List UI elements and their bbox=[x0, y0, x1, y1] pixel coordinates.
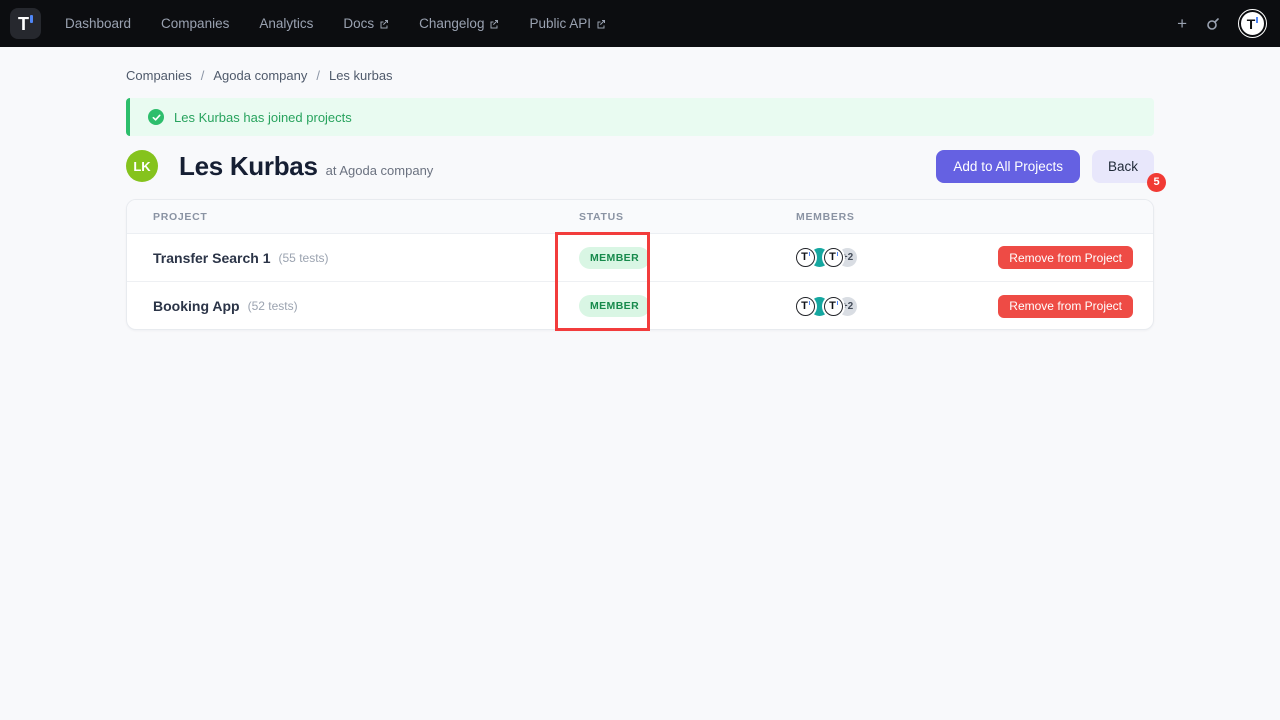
breadcrumb-separator: / bbox=[201, 68, 205, 83]
brand-tick-icon bbox=[30, 15, 33, 23]
projects-table-card: Project Status Members Transfer Search 1… bbox=[126, 199, 1154, 330]
status-cell: MEMBER bbox=[579, 234, 650, 281]
avatar-tick-icon bbox=[837, 252, 839, 256]
nav-item-companies[interactable]: Companies bbox=[161, 16, 229, 31]
project-name: Transfer Search 1 bbox=[153, 250, 271, 266]
breadcrumb-companies[interactable]: Companies bbox=[126, 68, 192, 83]
user-avatar-letter: T bbox=[1247, 16, 1256, 32]
breadcrumb-agoda-company[interactable]: Agoda company bbox=[213, 68, 307, 83]
title-actions: Add to All Projects Back 5 bbox=[936, 150, 1154, 183]
check-circle-icon bbox=[148, 109, 164, 125]
project-cell: Booking App (52 tests) bbox=[153, 282, 298, 330]
alert-message: Les Kurbas has joined projects bbox=[174, 110, 352, 125]
project-tests-count: (55 tests) bbox=[279, 251, 329, 265]
avatar-stack: T T +2 bbox=[796, 248, 857, 267]
project-name: Booking App bbox=[153, 298, 240, 314]
table-header: Project Status Members bbox=[127, 200, 1153, 234]
notification-badge: 5 bbox=[1147, 173, 1166, 192]
user-avatar[interactable]: T bbox=[1239, 10, 1266, 37]
avatar-stack: T T +2 bbox=[796, 297, 857, 316]
action-cell: Remove from Project bbox=[998, 234, 1133, 281]
project-cell: Transfer Search 1 (55 tests) bbox=[153, 234, 329, 281]
breadcrumb: Companies / Agoda company / Les kurbas bbox=[126, 68, 393, 83]
nav-item-changelog[interactable]: Changelog bbox=[419, 16, 499, 31]
nav-item-analytics[interactable]: Analytics bbox=[259, 16, 313, 31]
page-subtitle: at Agoda company bbox=[326, 163, 434, 178]
member-avatar: T bbox=[796, 297, 815, 316]
avatar-tick-icon bbox=[809, 301, 811, 305]
brand-logo[interactable]: T bbox=[10, 8, 41, 39]
action-cell: Remove from Project bbox=[998, 282, 1133, 330]
column-header-status: Status bbox=[579, 200, 624, 234]
avatar: LK bbox=[126, 150, 158, 182]
member-avatar: T bbox=[824, 248, 843, 267]
table-row: Transfer Search 1 (55 tests) MEMBER T T … bbox=[127, 234, 1153, 282]
back-button[interactable]: Back bbox=[1092, 150, 1154, 183]
nav-links: Dashboard Companies Analytics Docs Chang… bbox=[65, 16, 606, 31]
status-badge: MEMBER bbox=[579, 247, 650, 269]
members-cell: T T +2 bbox=[796, 282, 857, 330]
brand-letter: T bbox=[18, 15, 29, 33]
nav-item-public-api[interactable]: Public API bbox=[529, 16, 606, 31]
remove-from-project-button[interactable]: Remove from Project bbox=[998, 246, 1133, 269]
column-header-members: Members bbox=[796, 200, 855, 234]
external-link-icon bbox=[489, 19, 499, 29]
title-row: LK Les Kurbas at Agoda company Add to Al… bbox=[126, 147, 1154, 185]
avatar-tick-icon bbox=[837, 301, 839, 305]
back-button-wrap: Back 5 bbox=[1092, 150, 1154, 183]
status-badge: MEMBER bbox=[579, 295, 650, 317]
success-alert: Les Kurbas has joined projects bbox=[126, 98, 1154, 136]
top-navbar: T Dashboard Companies Analytics Docs Cha… bbox=[0, 0, 1280, 47]
status-cell: MEMBER bbox=[579, 282, 650, 330]
page: T Dashboard Companies Analytics Docs Cha… bbox=[0, 0, 1280, 720]
nav-item-docs[interactable]: Docs bbox=[343, 16, 389, 31]
member-avatar: T bbox=[824, 297, 843, 316]
project-tests-count: (52 tests) bbox=[248, 299, 298, 313]
page-title: Les Kurbas bbox=[179, 151, 318, 182]
table-row: Booking App (52 tests) MEMBER T T +2 Rem… bbox=[127, 282, 1153, 330]
column-header-project: Project bbox=[153, 200, 208, 234]
nav-item-dashboard[interactable]: Dashboard bbox=[65, 16, 131, 31]
breadcrumb-separator: / bbox=[316, 68, 320, 83]
remove-from-project-button[interactable]: Remove from Project bbox=[998, 295, 1133, 318]
member-avatar: T bbox=[796, 248, 815, 267]
plus-icon[interactable]: + bbox=[1177, 15, 1187, 32]
external-link-icon bbox=[596, 19, 606, 29]
external-link-icon bbox=[379, 19, 389, 29]
navbar-right: + T bbox=[1177, 10, 1266, 37]
user-avatar-tick-icon bbox=[1256, 17, 1258, 23]
avatar-tick-icon bbox=[809, 252, 811, 256]
members-cell: T T +2 bbox=[796, 234, 857, 281]
search-icon[interactable] bbox=[1205, 16, 1221, 32]
add-to-all-projects-button[interactable]: Add to All Projects bbox=[936, 150, 1080, 183]
breadcrumb-les-kurbas: Les kurbas bbox=[329, 68, 393, 83]
